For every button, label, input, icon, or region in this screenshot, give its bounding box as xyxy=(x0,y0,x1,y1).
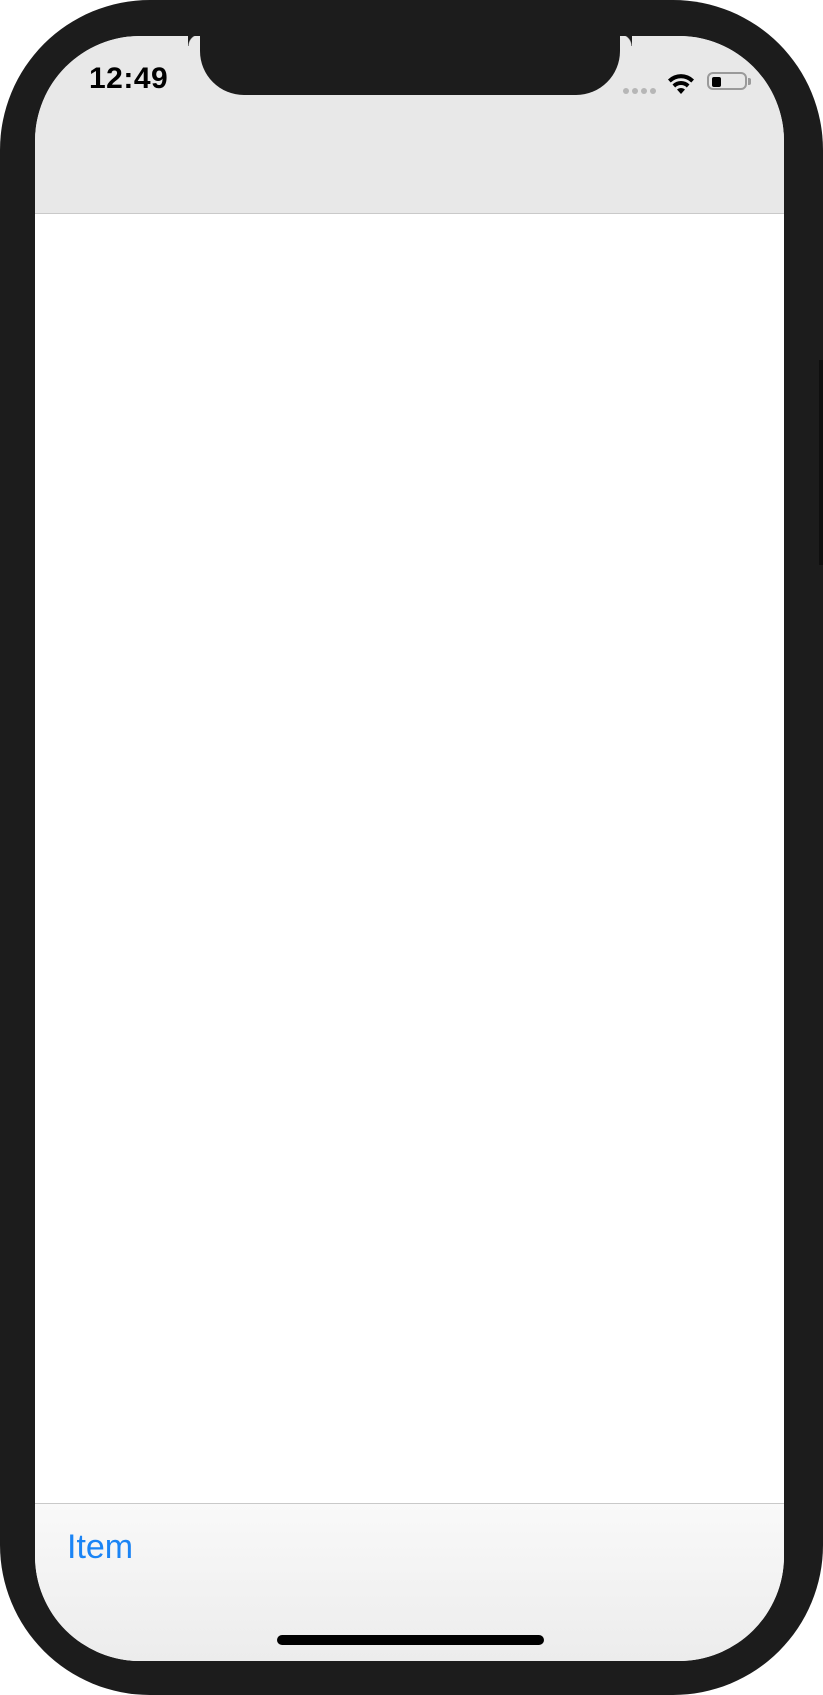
battery-tip xyxy=(748,78,751,85)
side-button xyxy=(819,360,823,565)
status-time: 12:49 xyxy=(89,62,169,95)
device-frame: 12:49 Item xyxy=(0,0,823,1695)
screen: 12:49 Item xyxy=(35,36,784,1661)
toolbar-item-button[interactable]: Item xyxy=(67,1528,133,1567)
battery-icon xyxy=(707,72,747,90)
home-indicator[interactable] xyxy=(277,1635,544,1645)
navigation-bar: 12:49 xyxy=(35,36,784,214)
cellular-signal-icon xyxy=(623,88,659,96)
notch xyxy=(200,36,632,95)
content-area xyxy=(35,214,784,1503)
battery-level-fill xyxy=(712,77,721,87)
wifi-icon xyxy=(668,74,694,94)
